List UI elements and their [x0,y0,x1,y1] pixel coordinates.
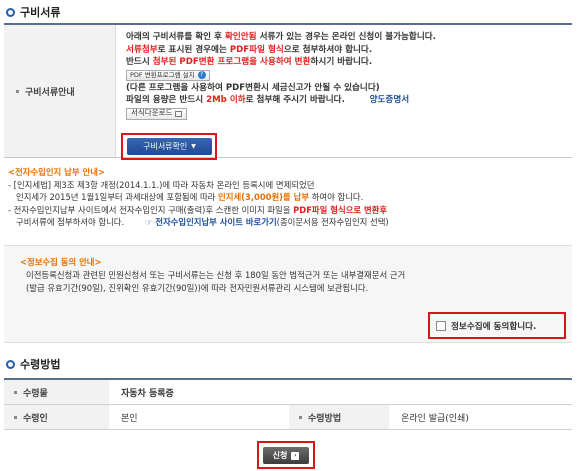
dot-bullet-icon [14,390,17,394]
receipt-section-title-text: 수령방법 [20,358,61,371]
docs-confirm-label: 구비서류확인 [143,142,188,151]
docs-text: 으로 첨부하셔야 합니다. [283,44,373,55]
docs-highlight: 서류첨부 [126,44,158,55]
docs-highlight: 첨부된 PDF변환 프로그램을 사용하여 변환 [152,57,311,67]
privacy-agree-checkbox[interactable] [436,320,446,331]
privacy-line-1: 이전등록신청과 관련된 민원신청서 또는 구비서류는는 신청 후 180일 동안… [26,270,406,280]
receiver-label: 수령인 [23,413,48,424]
stamp-text: (종이문서용 전자수입인지 선택) [276,217,389,227]
transfer-certificate-link[interactable]: 양도증명서 [370,95,410,105]
stamp-line-2: 인지세가 2015년 1월1일부터 과세대상에 포함됨에 따라 인지세(3,00… [8,191,568,204]
receipt-method-label-cell: 수령방법 [289,405,389,429]
stamp-info-title: <전자수입인지 납부 안내> [8,167,105,177]
pdf-button-row: PDF 변환프로그램 설치 ? [126,69,566,82]
circle-bullet-icon [6,7,15,17]
stamp-line-3: - 전자수입인지납부 사이트에서 전자수입인지 구매(출력)후 스캔한 이미지 … [8,204,568,217]
dot-bullet-icon [14,415,17,419]
pdf-install-button[interactable]: PDF 변환프로그램 설치 ? [126,69,210,81]
privacy-line-2: (발급 유효기간(90일), 진위확인 유효기간(90일))에 따라 전자민원서… [26,283,369,293]
docs-text: 서류가 있는 경우는 온라인 신청이 불가능합니다. [256,32,436,42]
receiver-value: 본인 [121,413,138,424]
help-icon: ? [197,71,206,79]
docs-label-text: 구비서류안내 [25,87,75,98]
docs-text: 아래의 구비서류를 확인 후 [126,32,225,42]
docs-section-title-text: 구비서류 [20,6,61,19]
privacy-agree-checkbox-area[interactable]: 정보수집에 동의합니다. [428,312,566,339]
receipt-table: 수령물 자동차 등록증 수령인 본인 수령방법 온라인 발급(인쇄) [4,378,572,430]
stamp-text: - 전자수입인지납부 사이트에서 전자수입인지 구매(출력)후 스캔한 이미지 … [8,204,294,215]
stamp-text: 구비서류에 첨부하셔야 합니다. [16,217,125,227]
docs-line-5: 파일의 용량은 반드시 2Mb 이하로 첨부해 주시기 바랍니다. 양도증명서 [126,94,566,107]
submit-label: 신청 [272,451,288,460]
form-download-row: 서식다운로드 [126,107,566,120]
docs-text: 반드시 [126,57,153,67]
docs-highlight: PDF파일 형식 [229,44,284,55]
docs-line-2: 서류첨부로 표시된 경우에는 PDF파일 형식으로 첨부하셔야 합니다. [126,44,566,57]
receiver-label-cell: 수령인 [4,405,109,429]
caret-down-icon: ▼ [191,143,196,150]
docs-line-1: 아래의 구비서류를 확인 후 확인안됨 서류가 있는 경우는 온라인 신청이 불… [126,31,566,44]
docs-highlight: 2Mb 이하 [206,95,246,105]
submit-button[interactable]: 신청 › [263,447,309,464]
stamp-highlight: 인지세(3,000원)를 납부 [218,192,310,202]
receipt-section-title: 수령방법 [6,356,60,372]
receipt-item-value: 자동차 등록증 [121,388,174,399]
docs-text: 로 표시된 경우에는 [157,44,230,55]
table-row: 수령물 자동차 등록증 [4,380,572,405]
stamp-text: 하여야 합니다. [309,192,364,202]
receipt-method-value: 온라인 발급(인쇄) [401,413,469,424]
stamp-highlight: PDF파일 형식으로 변환후 [293,204,388,215]
arrow-right-icon: › [291,451,300,460]
docs-confirm-button[interactable]: 구비서류확인 ▼ [127,138,212,155]
docs-text: 로 첨부해 주시기 바랍니다. [245,95,345,105]
docs-label-cell: 구비서류안내 [4,25,116,157]
docs-table: 구비서류안내 아래의 구비서류를 확인 후 확인안됨 서류가 있는 경우는 온라… [4,23,572,158]
circle-bullet-icon [6,359,15,369]
receipt-method-label: 수령방법 [308,413,342,424]
table-row: 수령인 본인 수령방법 온라인 발급(인쇄) [4,405,572,430]
privacy-agree-label: 정보수집에 동의합니다. [451,321,537,332]
stamp-text: 인지세가 2015년 1월1일부터 과세대상에 포함됨에 따라 [16,192,219,202]
docs-text: 하시기 바랍니다. [310,57,373,67]
stamp-line-4: 구비서류에 첨부하셔야 합니다. ☞ 전자수입인지납부 사이트 바로가기(종이문… [8,216,568,229]
form-download-label: 서식다운로드 [131,108,173,118]
pdf-install-label: PDF 변환프로그램 설치 [130,70,195,79]
privacy-title: <정보수집 동의 안내> [20,257,102,267]
dot-bullet-icon [299,415,302,419]
stamp-line-1: - [인지세법] 제3조 제3항 개정(2014.1.1.)에 따라 자동차 온… [8,179,315,190]
window-icon [175,110,183,117]
docs-section-title: 구비서류 [6,4,60,20]
form-download-button[interactable]: 서식다운로드 [126,107,188,120]
docs-highlight: 확인안됨 [224,32,257,42]
dot-bullet-icon [16,89,19,93]
stamp-site-link[interactable]: ☞ 전자수입인지납부 사이트 바로가기 [145,217,277,227]
docs-line-4: (다른 프로그램을 사용하여 PDF변환시 세금신고가 안될 수 있습니다) [126,82,380,93]
receipt-item-label-cell: 수령물 [4,380,109,404]
stamp-info: <전자수입인지 납부 안내> - [인지세법] 제3조 제3항 개정(2014.… [8,166,568,229]
receipt-item-label: 수령물 [23,388,48,399]
docs-line-3: 반드시 첨부된 PDF변환 프로그램을 사용하여 변환하시기 바랍니다. [126,56,566,69]
docs-text: 파일의 용량은 반드시 [126,95,207,105]
